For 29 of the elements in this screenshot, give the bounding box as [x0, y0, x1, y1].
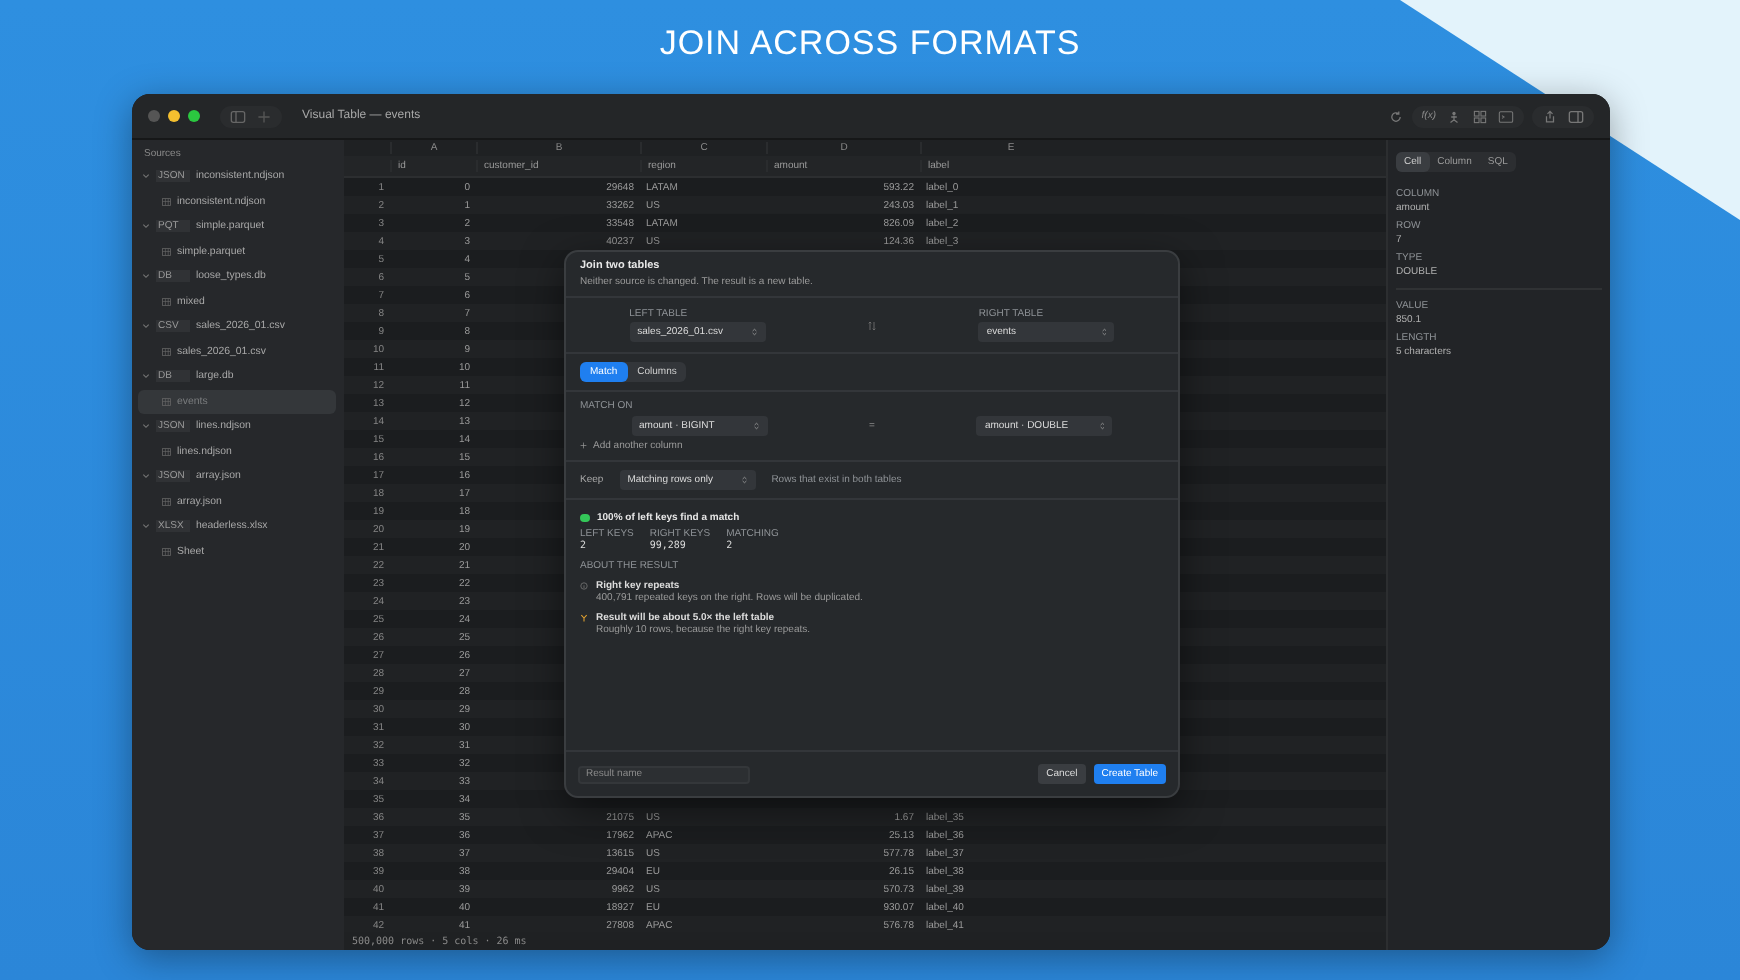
close-button[interactable] [148, 110, 160, 122]
person-icon[interactable] [1446, 109, 1462, 123]
grid-icon[interactable] [1472, 109, 1488, 123]
share-icon[interactable] [1542, 109, 1558, 123]
sidebar-toggle-icon[interactable] [230, 109, 246, 123]
swap-icon[interactable] [867, 319, 876, 331]
updown-icon [754, 422, 759, 430]
updown-icon [1101, 328, 1107, 336]
page-heading: JOIN ACROSS FORMATS [657, 22, 1083, 66]
table-icon [162, 197, 171, 206]
table-icon [162, 447, 171, 456]
plus-icon[interactable] [580, 442, 587, 450]
inspector-toggle-icon[interactable] [1568, 109, 1584, 123]
plus-icon[interactable] [256, 109, 272, 123]
table-icon [162, 247, 171, 256]
updown-icon [1099, 422, 1105, 430]
table-icon [162, 497, 171, 506]
table-icon [162, 347, 171, 356]
updown-icon [742, 476, 748, 484]
refresh-icon[interactable] [1387, 109, 1404, 123]
info-icon [580, 582, 588, 590]
table-icon [162, 547, 171, 556]
table-icon [162, 297, 171, 306]
table-icon [162, 397, 171, 406]
updown-icon [752, 328, 758, 336]
minimize-button[interactable] [168, 110, 180, 122]
terminal-icon[interactable] [1498, 109, 1514, 123]
fork-icon [580, 614, 588, 622]
zoom-button[interactable] [188, 110, 200, 122]
